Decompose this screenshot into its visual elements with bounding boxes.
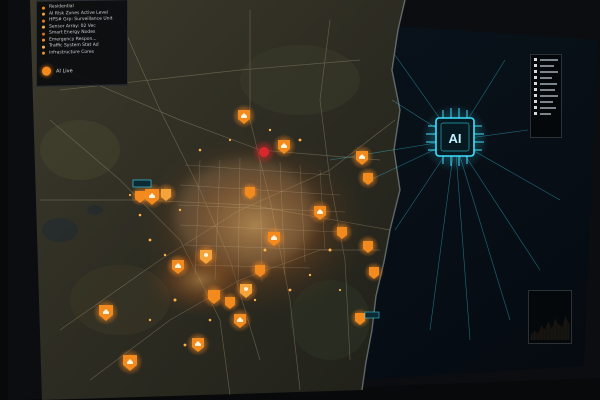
legend-swatch-icon — [42, 51, 45, 55]
legend-swatch-icon — [42, 25, 45, 29]
map-pin[interactable] — [186, 332, 210, 356]
map-pin[interactable] — [357, 235, 379, 257]
info-tag[interactable] — [364, 311, 380, 319]
map-pin[interactable] — [249, 259, 271, 281]
side-row[interactable] — [534, 82, 558, 85]
legend-swatch-icon — [42, 45, 45, 49]
legend-item-label: Infrastructure Cores — [49, 49, 94, 56]
map-pin[interactable] — [232, 104, 256, 128]
side-row[interactable] — [534, 70, 558, 73]
map-pin[interactable] — [331, 221, 353, 243]
side-row[interactable] — [534, 112, 558, 115]
live-indicator-icon — [42, 66, 51, 76]
side-row[interactable] — [534, 76, 558, 79]
map-pin[interactable] — [350, 145, 374, 169]
side-row[interactable] — [534, 106, 558, 109]
map-pin[interactable] — [166, 254, 190, 278]
side-row[interactable] — [534, 58, 558, 61]
map-pin[interactable] — [130, 186, 150, 206]
ai-chip-label: AI — [449, 131, 462, 146]
side-row[interactable] — [534, 100, 558, 103]
legend-list: Residential AI Risk Zones Active Level HPS… — [42, 3, 122, 56]
legend-swatch-icon — [42, 38, 45, 42]
side-row[interactable] — [534, 94, 558, 97]
map-pin[interactable] — [117, 349, 143, 375]
alert-pin[interactable] — [255, 143, 273, 161]
side-row[interactable] — [534, 64, 558, 67]
analytics-mini-panel[interactable] — [528, 290, 572, 344]
legend-item[interactable]: Infrastructure Cores — [42, 49, 122, 57]
legend-swatch-icon — [42, 12, 45, 16]
map-pin[interactable] — [194, 244, 218, 268]
side-control-panel[interactable] — [530, 54, 562, 138]
map-pin[interactable] — [262, 226, 286, 250]
legend-swatch-icon — [42, 19, 45, 23]
side-row[interactable] — [534, 88, 558, 91]
map-pin[interactable] — [240, 182, 260, 202]
info-tag[interactable] — [132, 179, 152, 188]
map-pin[interactable] — [93, 299, 119, 325]
legend-panel: Residential AI Risk Zones Active Level HPS… — [36, 0, 128, 87]
map-pin[interactable] — [228, 308, 252, 332]
map-pin[interactable] — [308, 200, 332, 224]
map-pin[interactable] — [272, 134, 296, 158]
ai-chip: AI — [421, 104, 489, 172]
map-pin[interactable] — [357, 167, 379, 189]
legend-footer[interactable]: AI Live — [42, 65, 122, 76]
legend-footer-label: AI Live — [56, 67, 73, 74]
legend-swatch-icon — [42, 32, 45, 36]
legend-swatch-icon — [42, 6, 45, 10]
map-pin[interactable] — [364, 262, 384, 282]
map-pin[interactable] — [155, 183, 177, 205]
